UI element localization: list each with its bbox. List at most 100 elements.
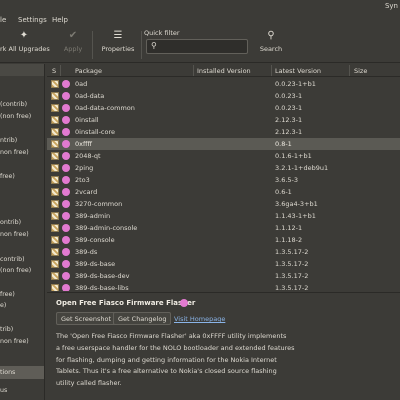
table-row[interactable]: 2ping 3.2.1-1+deb9u1	[47, 162, 400, 174]
package-status-checkbox[interactable]	[51, 152, 59, 160]
table-row[interactable]: 389-admin 1.1.43-1+b1	[47, 210, 400, 222]
search-button[interactable]: ⚲ Search	[256, 29, 286, 61]
package-status-checkbox[interactable]	[51, 104, 59, 112]
apply-button[interactable]: ✔ Apply	[60, 29, 86, 61]
latest-version: 0.1.6-1+b1	[275, 152, 312, 160]
column-divider[interactable]	[349, 65, 350, 76]
sidebar-item[interactable]: (non free)	[0, 113, 44, 120]
get-screenshot-button[interactable]: Get Screenshot	[56, 312, 117, 325]
table-row[interactable]: 389-admin-console 1.1.12-1	[47, 222, 400, 234]
support-badge-icon	[62, 164, 70, 172]
package-status-checkbox[interactable]	[51, 284, 59, 291]
package-status-checkbox[interactable]	[51, 80, 59, 88]
sidebar-item[interactable]: non free)	[0, 149, 44, 156]
support-badge-icon	[62, 80, 70, 88]
sidebar-item[interactable]: free)	[0, 291, 44, 298]
table-row[interactable]: 0install-core 2.12.3-1	[47, 126, 400, 138]
package-name: 0install-core	[75, 128, 116, 136]
table-row[interactable]: 3270-common 3.6ga4-3+b1	[47, 198, 400, 210]
table-row[interactable]: 0install 2.12.3-1	[47, 114, 400, 126]
support-badge-icon	[62, 152, 70, 160]
table-row[interactable]: 0ad 0.0.23-1+b1	[47, 78, 400, 90]
sidebar-item[interactable]: non free)	[0, 231, 44, 238]
package-status-checkbox[interactable]	[51, 236, 59, 244]
package-name: 2048-qt	[75, 152, 101, 160]
quick-filter-input[interactable]	[161, 41, 245, 52]
table-row[interactable]: 0xffff 0.8-1	[47, 138, 400, 150]
package-status-checkbox[interactable]	[51, 116, 59, 124]
latest-version: 3.6.5-3	[275, 176, 299, 184]
support-badge-icon	[62, 188, 70, 196]
latest-version: 2.12.3-1	[275, 128, 303, 136]
menu-help[interactable]: Help	[52, 16, 68, 24]
table-row[interactable]: 389-ds-base-libs 1.3.5.17-2	[47, 282, 400, 291]
package-status-checkbox[interactable]	[51, 128, 59, 136]
table-row[interactable]: 389-ds-base-dev 1.3.5.17-2	[47, 270, 400, 282]
package-table: S Package Installed Version Latest Versi…	[47, 64, 400, 291]
sidebar-header	[0, 64, 44, 76]
latest-version: 2.12.3-1	[275, 116, 303, 124]
latest-version-column-header[interactable]: Latest Version	[275, 67, 321, 75]
mark-all-upgrades-button[interactable]: ✦ rk All Upgrades	[0, 29, 50, 61]
sidebar-item[interactable]: us	[0, 387, 44, 394]
sidebar-item[interactable]: trib)	[0, 326, 44, 333]
sidebar-item[interactable]: contrib)	[0, 256, 44, 263]
column-divider[interactable]	[271, 65, 272, 76]
sidebar: (contrib) (non free) ntrib) non free) fr…	[0, 64, 45, 400]
latest-version: 3.2.1-1+deb9u1	[275, 164, 329, 172]
sidebar-item[interactable]: ntrib)	[0, 137, 44, 144]
latest-version: 0.0.23-1+b1	[275, 80, 316, 88]
sidebar-item[interactable]: ontrib)	[0, 219, 44, 226]
table-row[interactable]: 389-console 1.1.18-2	[47, 234, 400, 246]
support-badge-icon	[62, 260, 70, 268]
package-name: 389-console	[75, 236, 115, 244]
sidebar-item[interactable]: free)	[0, 173, 44, 180]
package-status-checkbox[interactable]	[51, 224, 59, 232]
package-name: 389-ds-base-dev	[75, 272, 130, 280]
package-status-checkbox[interactable]	[51, 140, 59, 148]
package-status-checkbox[interactable]	[51, 248, 59, 256]
menu-settings[interactable]: Settings	[18, 16, 47, 24]
column-divider[interactable]	[193, 65, 194, 76]
get-changelog-button[interactable]: Get Changelog	[113, 312, 172, 325]
sidebar-selected-item[interactable]: tions	[0, 366, 44, 379]
title-bar: Syn	[0, 0, 400, 13]
package-status-checkbox[interactable]	[51, 92, 59, 100]
table-row[interactable]: 0ad-data 0.0.23-1	[47, 90, 400, 102]
package-status-checkbox[interactable]	[51, 164, 59, 172]
sidebar-item[interactable]: e)	[0, 302, 44, 309]
package-status-checkbox[interactable]	[51, 176, 59, 184]
table-row[interactable]: 2048-qt 0.1.6-1+b1	[47, 150, 400, 162]
support-badge-icon	[62, 236, 70, 244]
status-column-header[interactable]: S	[52, 67, 56, 75]
installed-version-column-header[interactable]: Installed Version	[197, 67, 251, 75]
table-row[interactable]: 2to3 3.6.5-3	[47, 174, 400, 186]
package-status-checkbox[interactable]	[51, 200, 59, 208]
latest-version: 1.1.18-2	[275, 236, 303, 244]
latest-version: 1.3.5.17-2	[275, 272, 309, 280]
support-badge-icon	[62, 140, 70, 148]
column-divider[interactable]	[60, 65, 61, 76]
sidebar-item[interactable]: non free)	[0, 338, 44, 345]
table-row[interactable]: 0ad-data-common 0.0.23-1	[47, 102, 400, 114]
sidebar-item[interactable]: (contrib)	[0, 101, 44, 108]
toolbar: ✦ rk All Upgrades ✔ Apply ☰ Properties Q…	[0, 27, 400, 63]
support-badge-icon	[62, 116, 70, 124]
size-column-header[interactable]: Size	[354, 67, 367, 75]
package-status-checkbox[interactable]	[51, 272, 59, 280]
apply-icon: ✔	[68, 30, 78, 41]
package-status-checkbox[interactable]	[51, 188, 59, 196]
package-column-header[interactable]: Package	[75, 67, 102, 75]
package-status-checkbox[interactable]	[51, 260, 59, 268]
table-row[interactable]: 389-ds-base 1.3.5.17-2	[47, 258, 400, 270]
quick-filter-field[interactable]: ⚲	[146, 39, 248, 54]
support-badge-icon	[62, 92, 70, 100]
visit-homepage-link[interactable]: Visit Homepage	[174, 315, 225, 323]
properties-button[interactable]: ☰ Properties	[98, 29, 138, 61]
table-row[interactable]: 2vcard 0.6-1	[47, 186, 400, 198]
sidebar-item[interactable]: (non free)	[0, 267, 44, 274]
package-status-checkbox[interactable]	[51, 212, 59, 220]
package-name: 389-ds-base-libs	[75, 284, 129, 291]
table-row[interactable]: 389-ds 1.3.5.17-2	[47, 246, 400, 258]
menu-file[interactable]: le	[0, 16, 6, 24]
